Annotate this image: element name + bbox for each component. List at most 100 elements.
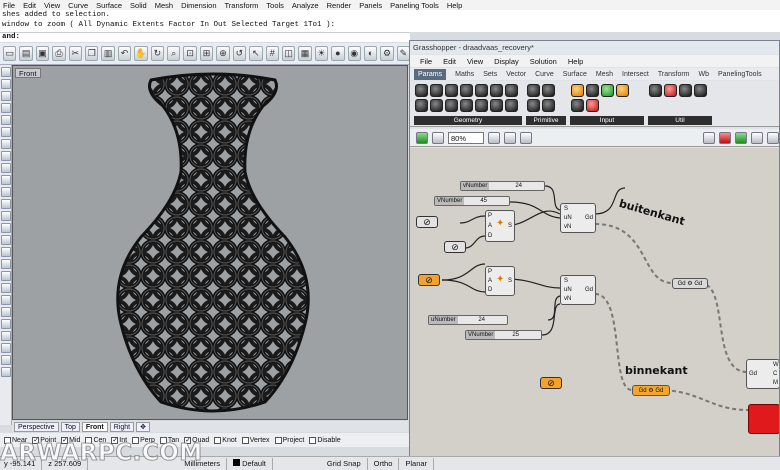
render-icon[interactable]: ◉ [347,46,361,61]
surface-param-icon[interactable] [460,99,473,112]
timer-icon[interactable] [679,84,692,97]
box-param-icon[interactable] [415,84,428,97]
gh-tab-sets[interactable]: Sets [483,71,497,78]
menu-surface[interactable]: Surface [96,1,122,10]
print-icon[interactable]: ⎙ [52,46,66,61]
paste-icon[interactable]: ▥ [101,46,115,61]
shade-icon[interactable]: ● [331,46,345,61]
gh-tab-surface[interactable]: Surface [563,71,587,78]
gradient-input-icon[interactable] [601,84,614,97]
select-icon[interactable]: ↖ [249,46,263,61]
weave-component[interactable]: Gd W C M [746,359,779,389]
preview-eye-icon[interactable] [504,131,516,144]
light-icon[interactable]: ☀ [314,46,329,61]
layer-icon[interactable]: ▦ [298,46,312,61]
join-tool-icon[interactable] [1,283,11,293]
gh-tab-mesh[interactable]: Mesh [596,71,613,78]
point-param-node-orange[interactable]: ⊘ [540,377,562,389]
save-icon[interactable]: ▣ [35,46,50,61]
divide-domain-component-2[interactable]: S uN vN Gd [560,275,596,305]
sphere-tool-icon[interactable] [1,223,11,233]
button-input-icon[interactable] [571,99,584,112]
tab-right[interactable]: Right [109,421,135,432]
vase-lattice-model[interactable] [93,72,333,417]
arc-tool-icon[interactable] [1,127,11,137]
field-param-icon[interactable] [505,99,518,112]
gh-menu-display[interactable]: Display [494,57,519,66]
zoom-field[interactable]: 80% [448,131,484,144]
point-param-node[interactable]: ⊘ [416,216,438,228]
menu-curve[interactable]: Curve [68,1,88,10]
vector-param-icon[interactable] [475,99,488,112]
tab-front[interactable]: Front [81,421,108,432]
color-swatch-icon[interactable] [586,99,599,112]
menu-help[interactable]: Help [447,1,462,10]
material-icon[interactable]: ◐ [363,46,378,61]
surface-tool-icon[interactable] [1,187,11,197]
polygon-tool-icon[interactable] [1,163,11,173]
line-param-icon[interactable] [505,84,518,97]
fillet-tool-icon[interactable] [1,247,11,257]
rotate-tool-icon[interactable] [1,331,11,341]
plane-param-icon[interactable] [430,99,443,112]
gh-menu-solution[interactable]: Solution [530,57,557,66]
curve-tool-icon[interactable] [1,103,11,113]
osnap-project[interactable]: Project [274,436,304,444]
gh-open-icon[interactable] [432,131,444,144]
point-param-node-selected[interactable]: ⊘ [418,274,440,286]
shaded-preview-icon[interactable] [735,131,747,144]
gh-tab-curve[interactable]: Curve [535,71,554,78]
scale-tool-icon[interactable] [1,343,11,353]
mesh-tool-icon[interactable] [1,235,11,245]
point-param-node[interactable]: ⊘ [444,241,466,253]
zoom-window-icon[interactable]: ⊡ [183,46,197,61]
tab-perspective[interactable]: Perspective [14,421,59,432]
polar-array-component-2[interactable]: P A D ✦ S [485,266,515,296]
rotate-view-icon[interactable]: ↻ [150,46,165,61]
menu-transform[interactable]: Transform [225,1,259,10]
new-file-icon[interactable]: ▭ [3,46,17,61]
ellipse-tool-icon[interactable] [1,139,11,149]
zoom-selected-icon[interactable]: ⊕ [216,46,230,61]
trim-tool-icon[interactable] [1,259,11,269]
split-tool-icon[interactable] [1,271,11,281]
wire-preview-icon[interactable] [751,131,763,144]
box-tool-icon[interactable] [1,211,11,221]
gh-tab-vector[interactable]: Vector [506,71,526,78]
command-prompt[interactable]: and: [0,32,410,42]
integer-param-icon[interactable] [542,84,555,97]
pan-icon[interactable]: ✋ [134,46,148,61]
osnap-vertex[interactable]: Vertex [241,436,270,444]
circle-tool-icon[interactable] [1,115,11,125]
menu-panels[interactable]: Panels [359,1,382,10]
menu-dimension[interactable]: Dimension [181,1,216,10]
planar-toggle[interactable]: Planar [405,457,435,470]
arc-param-icon[interactable] [460,84,473,97]
gh-tab-transform[interactable]: Transform [658,71,690,78]
line-tool-icon[interactable] [1,79,11,89]
menu-file[interactable]: File [3,1,15,10]
mirror-tool-icon[interactable] [1,355,11,365]
zoom-extents-icon[interactable] [488,131,500,144]
gh-tab-paneling-tools[interactable]: PanelingTools [718,71,762,78]
point-tool-icon[interactable] [1,67,11,77]
undo-view-icon[interactable]: ↺ [232,46,247,61]
osnap-checkbox[interactable] [214,436,222,444]
gh-canvas[interactable]: vNumber 24 VNumber 45 uNumber 24 VNumber 25 … [410,148,779,456]
geometry-param-icon[interactable] [490,84,503,97]
array-tool-icon[interactable] [1,367,11,377]
menu-render[interactable]: Render [327,1,352,10]
add-viewport-tab-icon[interactable]: ✥ [136,421,150,432]
current-layer[interactable]: Default [233,457,273,470]
gh-tab-wb[interactable]: Wb [699,71,710,78]
polar-array-component[interactable]: P A D ✦ S [485,210,515,242]
osnap-checkbox[interactable] [309,436,317,444]
grid-snap-toggle[interactable]: Grid Snap [327,457,368,470]
slider-input-icon[interactable] [571,84,584,97]
extrude-tool-icon[interactable] [1,199,11,209]
menu-paneling-tools[interactable]: Paneling Tools [390,1,439,10]
divide-domain-component[interactable]: S uN vN Gd [560,203,596,233]
front-viewport[interactable]: Front [12,65,408,420]
number-param-icon[interactable] [527,99,540,112]
ortho-toggle[interactable]: Ortho [374,457,400,470]
